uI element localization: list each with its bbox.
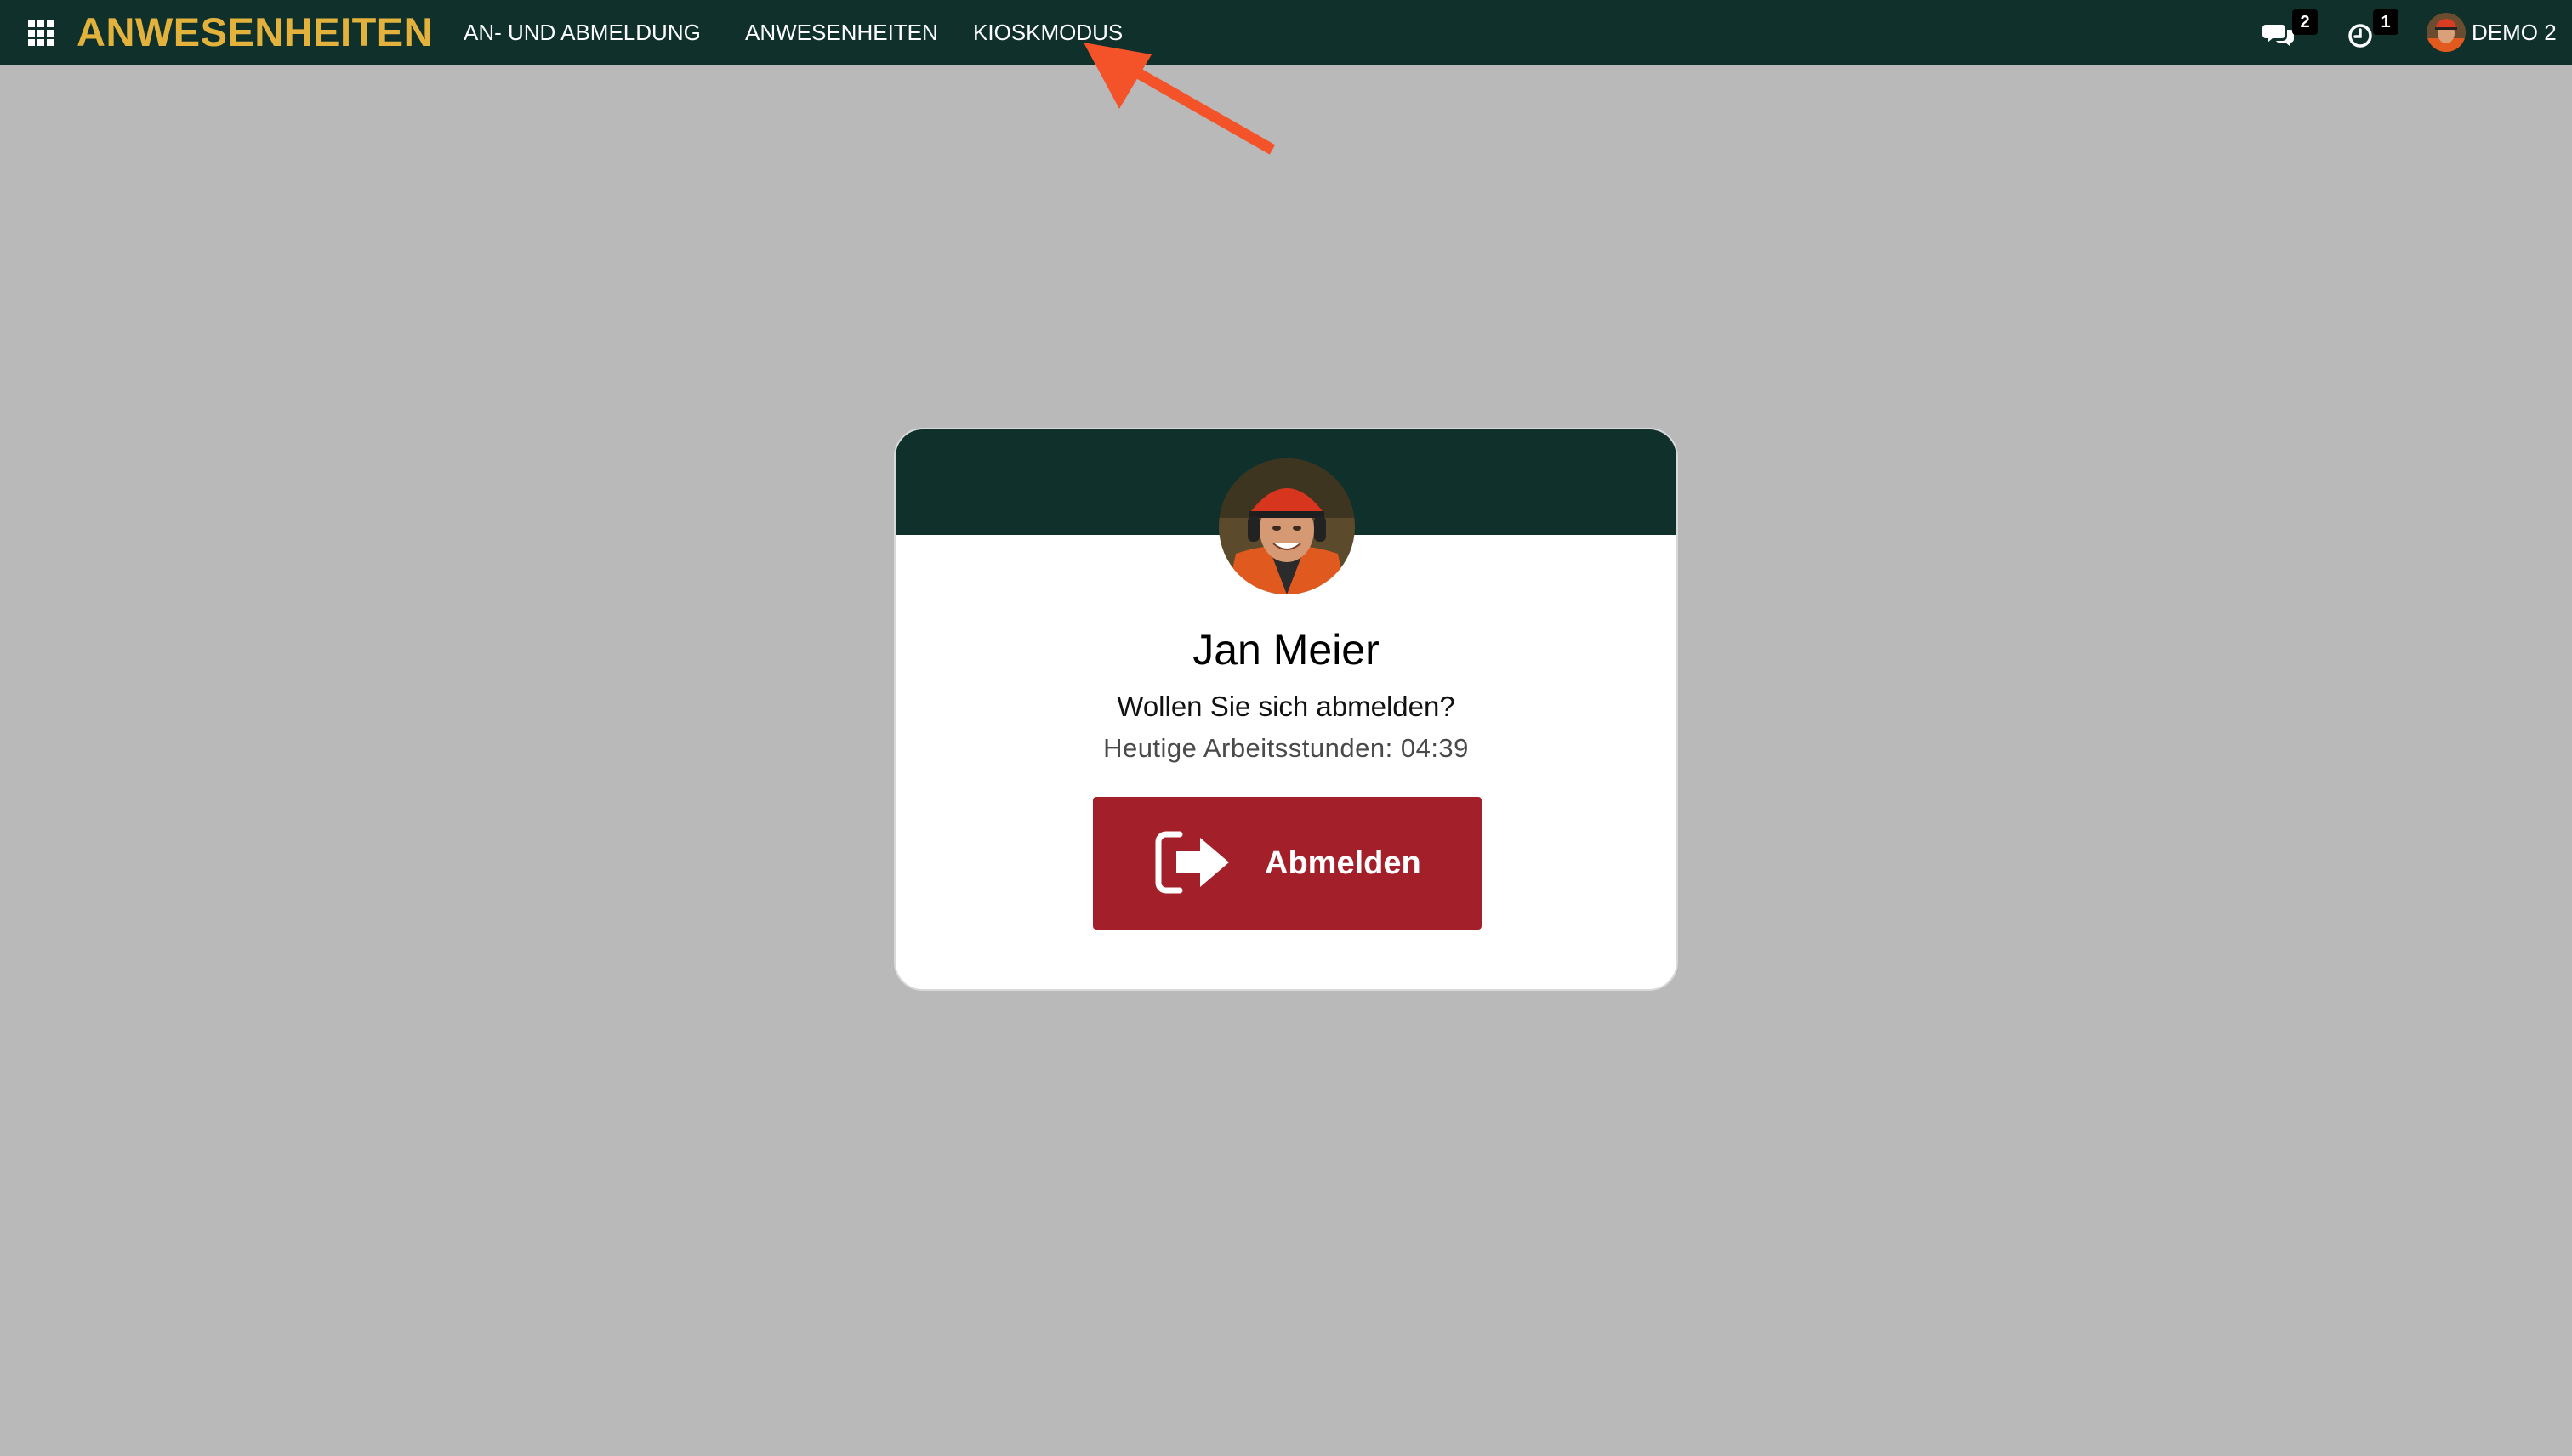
sign-out-icon xyxy=(1155,831,1229,894)
user-avatar[interactable] xyxy=(2427,13,2466,52)
today-work-hours: Heutige Arbeitsstunden: 04:39 xyxy=(1103,733,1469,763)
chat-bubbles-icon[interactable] xyxy=(2262,17,2296,51)
checkout-question: Wollen Sie sich abmelden? xyxy=(1117,691,1455,722)
employee-avatar xyxy=(1219,458,1355,594)
checkout-button[interactable]: Abmelden xyxy=(1093,797,1482,930)
kiosk-checkout-card: Jan Meier Wollen Sie sich abmelden? Heut… xyxy=(894,428,1678,991)
messages-count-badge: 2 xyxy=(2292,9,2318,35)
user-menu-name[interactable]: DEMO 2 xyxy=(2472,0,2557,65)
checkout-button-label: Abmelden xyxy=(1265,845,1421,881)
menu-item-kiosk-mode[interactable]: KIOSKMODUS xyxy=(973,0,1123,65)
employee-name: Jan Meier xyxy=(1192,626,1380,674)
activities-count-badge: 1 xyxy=(2373,9,2398,35)
apps-grid-icon[interactable] xyxy=(28,20,54,46)
top-navbar: ANWESENHEITEN AN- UND ABMELDUNG ANWESENH… xyxy=(0,0,2572,65)
menu-item-check-in-out[interactable]: AN- UND ABMELDUNG xyxy=(464,0,701,65)
menu-item-attendances[interactable]: ANWESENHEITEN xyxy=(745,0,938,65)
app-brand-title[interactable]: ANWESENHEITEN xyxy=(77,9,433,56)
